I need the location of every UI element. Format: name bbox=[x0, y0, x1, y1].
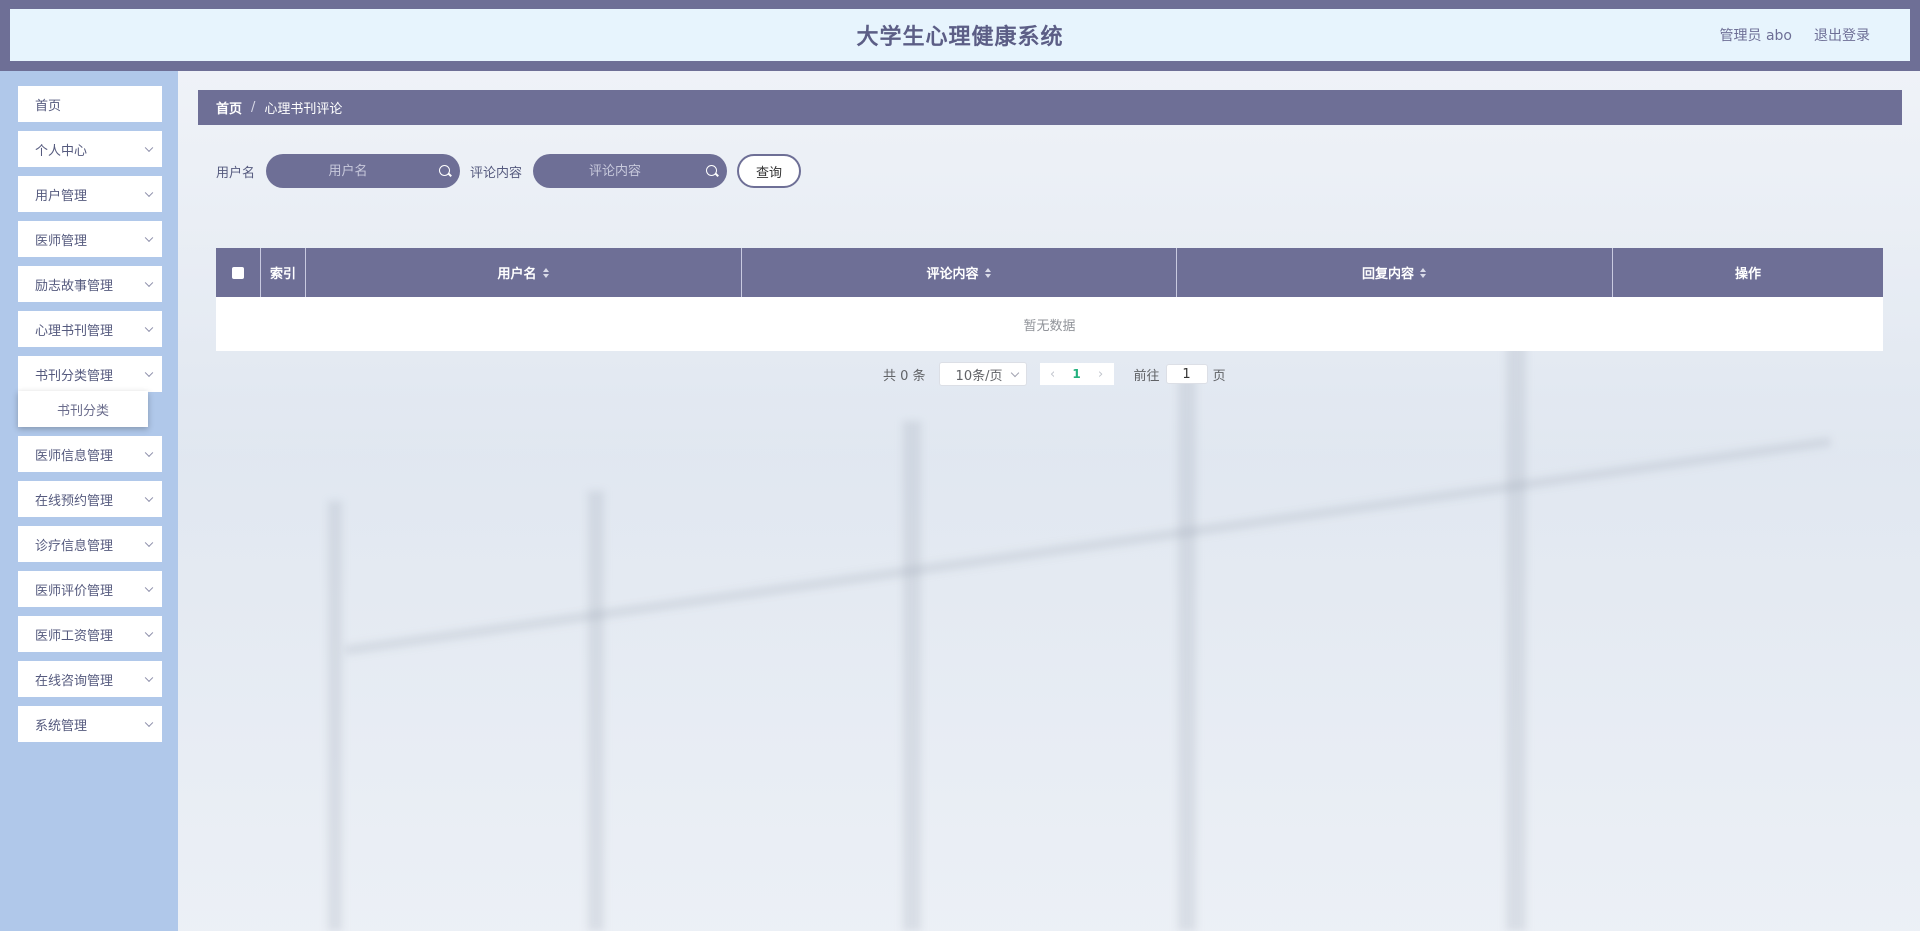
sort-icon[interactable] bbox=[1420, 267, 1427, 278]
header-user-area: 管理员 abo 退出登录 bbox=[1720, 9, 1870, 61]
comment-search-label: 评论内容 bbox=[470, 165, 523, 181]
sidebar-item-label: 在线咨询管理 bbox=[35, 673, 114, 689]
sort-icon[interactable] bbox=[984, 267, 992, 278]
next-page-icon[interactable]: › bbox=[1088, 363, 1114, 385]
select-all-checkbox[interactable] bbox=[232, 266, 244, 279]
header-comment[interactable]: 评论内容 bbox=[742, 248, 1177, 297]
sidebar-item-label: 用户管理 bbox=[35, 188, 88, 204]
sidebar-item-label: 医师信息管理 bbox=[35, 448, 114, 464]
header-username[interactable]: 用户名 bbox=[306, 248, 742, 297]
sidebar-item-journal-category-management[interactable]: 书刊分类管理 bbox=[18, 356, 162, 392]
chevron-down-icon bbox=[1010, 368, 1019, 378]
chevron-down-icon bbox=[144, 188, 154, 198]
page-size-select[interactable]: 10条/页 bbox=[938, 362, 1027, 386]
sidebar-item-label: 首页 bbox=[35, 98, 62, 114]
submenu-item-label: 书刊分类 bbox=[56, 403, 109, 419]
username-search-field[interactable] bbox=[266, 154, 461, 188]
comment-search-field[interactable] bbox=[533, 154, 728, 188]
sidebar-item-label: 心理书刊管理 bbox=[35, 323, 114, 339]
sidebar-item-label: 诊疗信息管理 bbox=[35, 538, 114, 554]
sidebar-item-label: 在线预约管理 bbox=[35, 493, 114, 509]
sidebar-item-label: 书刊分类管理 bbox=[35, 368, 114, 384]
goto-suffix: 页 bbox=[1212, 368, 1226, 384]
breadcrumb-current: 心理书刊评论 bbox=[264, 102, 343, 117]
sidebar-item-personal-center[interactable]: 个人中心 bbox=[18, 131, 162, 167]
sidebar-item-doctor-info-management[interactable]: 医师信息管理 bbox=[18, 436, 162, 472]
header-actions: 操作 bbox=[1613, 248, 1883, 297]
goto-page-input[interactable] bbox=[1165, 364, 1208, 384]
sidebar-item-doctor-management[interactable]: 医师管理 bbox=[18, 221, 162, 257]
sidebar-item-inspirational-story-management[interactable]: 励志故事管理 bbox=[18, 266, 162, 302]
header-reply-label: 回复内容 bbox=[1361, 267, 1414, 282]
chevron-down-icon bbox=[144, 278, 154, 288]
query-button[interactable]: 查询 bbox=[737, 154, 802, 188]
table-header: 索引 用户名 评论内容 回复内容 操作 bbox=[216, 248, 1883, 297]
chevron-down-icon bbox=[144, 448, 154, 458]
search-form: 用户名 评论内容 查询 bbox=[216, 153, 802, 189]
user-label: 管理员 abo bbox=[1719, 28, 1792, 44]
chevron-down-icon bbox=[144, 233, 154, 243]
pager: ‹ 1 › bbox=[1039, 363, 1114, 385]
page-number-current[interactable]: 1 bbox=[1066, 363, 1088, 385]
sidebar-item-label: 系统管理 bbox=[35, 718, 88, 734]
sidebar-item-label: 医师评价管理 bbox=[35, 583, 114, 599]
header-reply[interactable]: 回复内容 bbox=[1177, 248, 1613, 297]
breadcrumb-home[interactable]: 首页 bbox=[216, 98, 242, 117]
username-search-label: 用户名 bbox=[216, 165, 256, 181]
header-comment-label: 评论内容 bbox=[926, 267, 979, 282]
main-content bbox=[178, 71, 1920, 931]
page-size-value: 10条/页 bbox=[955, 368, 1003, 384]
breadcrumb-separator: / bbox=[251, 100, 256, 115]
header-select-all bbox=[216, 248, 261, 297]
sort-icon[interactable] bbox=[542, 267, 550, 278]
chevron-down-icon bbox=[144, 628, 154, 638]
header-username-label: 用户名 bbox=[497, 267, 537, 282]
header-index: 索引 bbox=[261, 248, 306, 297]
comment-search-input[interactable] bbox=[533, 154, 728, 188]
username-search-input[interactable] bbox=[266, 154, 461, 188]
prev-page-icon[interactable]: ‹ bbox=[1040, 363, 1066, 385]
chevron-down-icon bbox=[144, 493, 154, 503]
app-header: 大学生心理健康系统 管理员 abo 退出登录 bbox=[10, 9, 1910, 61]
breadcrumb: 首页 / 心理书刊评论 bbox=[198, 90, 1902, 125]
chevron-down-icon bbox=[144, 718, 154, 728]
sidebar-item-label: 个人中心 bbox=[35, 143, 88, 159]
sidebar-item-psych-journal-management[interactable]: 心理书刊管理 bbox=[18, 311, 162, 347]
header-index-label: 索引 bbox=[269, 267, 296, 282]
chevron-down-icon bbox=[144, 143, 154, 153]
chevron-down-icon bbox=[144, 538, 154, 548]
chevron-down-icon bbox=[144, 323, 154, 333]
sidebar-item-label: 励志故事管理 bbox=[35, 278, 114, 294]
search-icon bbox=[706, 165, 718, 176]
empty-text: 暂无数据 bbox=[1023, 318, 1076, 334]
sidebar-item-system-management[interactable]: 系统管理 bbox=[18, 706, 162, 742]
chevron-down-icon bbox=[144, 673, 154, 683]
sidebar-item-home[interactable]: 首页 bbox=[18, 86, 162, 122]
total-count: 共 0 条 bbox=[883, 368, 926, 384]
submenu-item-book-category[interactable]: 书刊分类 bbox=[18, 391, 148, 427]
header-actions-label: 操作 bbox=[1734, 267, 1761, 282]
sidebar-item-label: 医师管理 bbox=[35, 233, 88, 249]
sidebar-item-doctor-review-management[interactable]: 医师评价管理 bbox=[18, 571, 162, 607]
app-title: 大学生心理健康系统 bbox=[856, 25, 1064, 50]
sidebar-item-online-consult-management[interactable]: 在线咨询管理 bbox=[18, 661, 162, 697]
chevron-down-icon bbox=[144, 368, 154, 378]
logout-link[interactable]: 退出登录 bbox=[1814, 25, 1870, 45]
sidebar-item-label: 医师工资管理 bbox=[35, 628, 114, 644]
comments-table: 索引 用户名 评论内容 回复内容 操作 暂无数据 bbox=[216, 248, 1883, 351]
sidebar-item-doctor-salary-management[interactable]: 医师工资管理 bbox=[18, 616, 162, 652]
sidebar-item-user-management[interactable]: 用户管理 bbox=[18, 176, 162, 212]
table-empty-row: 暂无数据 bbox=[216, 297, 1883, 351]
goto-label: 前往 bbox=[1133, 368, 1160, 384]
search-icon bbox=[439, 165, 451, 176]
sidebar-item-diagnosis-info-management[interactable]: 诊疗信息管理 bbox=[18, 526, 162, 562]
sidebar-item-online-appointment-management[interactable]: 在线预约管理 bbox=[18, 481, 162, 517]
chevron-down-icon bbox=[144, 583, 154, 593]
pagination: 共 0 条 10条/页 ‹ 1 › 前往 页 bbox=[883, 362, 1226, 386]
